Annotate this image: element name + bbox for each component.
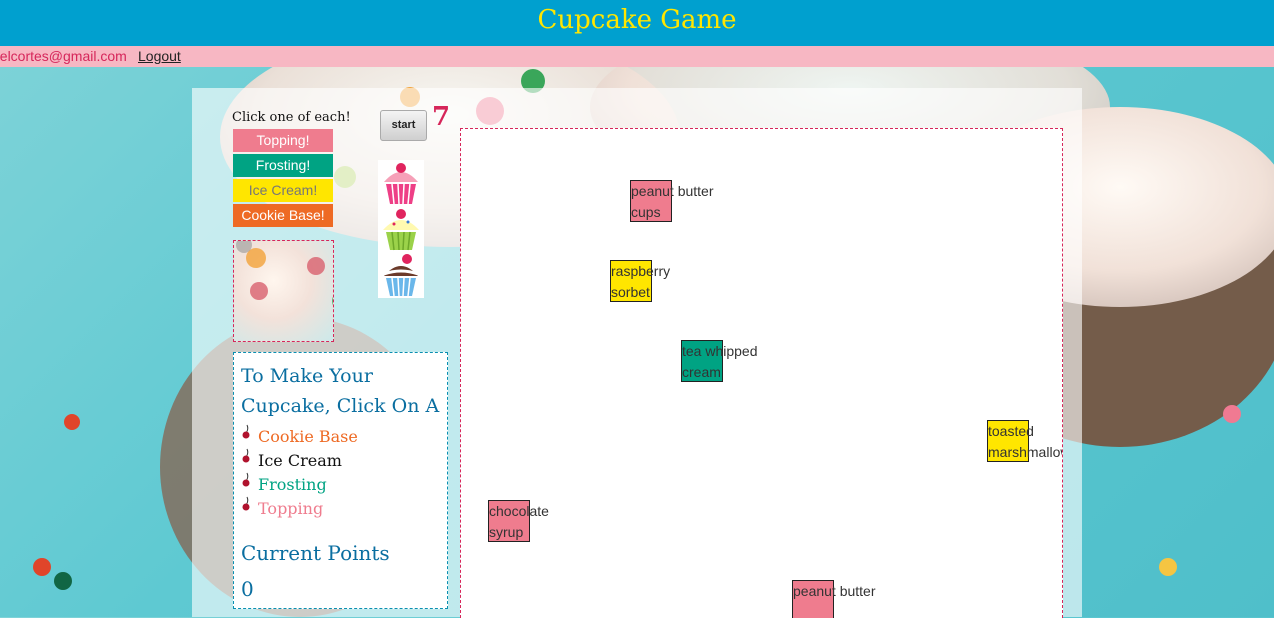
recipe-step-label: Frosting	[258, 475, 327, 494]
game-board: peanut butter cups raspberry sorbet tea …	[460, 128, 1063, 618]
recipe-step-label: Topping	[258, 499, 324, 518]
logout-link[interactable]: Logout	[138, 46, 181, 67]
start-button[interactable]: start	[380, 110, 427, 141]
cherry-icon	[241, 495, 253, 519]
item-label: tea whipped cream	[682, 343, 758, 380]
falling-item[interactable]: tea whipped cream	[681, 340, 758, 382]
item-label: peanut butter cups	[631, 183, 714, 220]
recipe-box: To Make Your Cupcake, Click On A Cookie …	[233, 352, 448, 609]
recipe-steps: Cookie Base Ice Cream Frosting Topping	[241, 423, 358, 521]
item-label: chocolate syrup	[489, 503, 549, 540]
recipe-step-topping: Topping	[241, 495, 358, 521]
falling-item[interactable]: raspberry sorbet	[610, 260, 670, 302]
pink-cupcake-icon	[378, 160, 424, 206]
ice-cream-button[interactable]: Ice Cream!	[233, 179, 333, 202]
item-label: peanut butter	[793, 583, 876, 599]
cookie-base-button[interactable]: Cookie Base!	[233, 204, 333, 227]
page-title: Cupcake Game	[537, 5, 737, 35]
falling-item[interactable]: chocolate syrup	[488, 500, 549, 542]
item-label: toasted marshmallow	[988, 423, 1063, 460]
cherry-icon	[241, 423, 253, 447]
user-bar: belcortes@gmail.com Logout	[0, 46, 1274, 67]
falling-item[interactable]: toasted marshmallow	[987, 420, 1062, 462]
recipe-step-cookie-base: Cookie Base	[241, 423, 358, 449]
green-cupcake-icon	[378, 206, 424, 252]
recipe-step-label: Ice Cream	[258, 451, 342, 470]
recipe-step-label: Cookie Base	[258, 427, 358, 446]
falling-item[interactable]: peanut butter	[792, 580, 876, 618]
recipe-step-ice-cream: Ice Cream	[241, 447, 358, 473]
preview-art	[236, 241, 333, 306]
timer-display: 7	[432, 102, 451, 132]
user-email: belcortes@gmail.com	[0, 48, 127, 64]
recipe-title: To Make Your Cupcake, Click On A	[241, 365, 440, 417]
recipe-step-frosting: Frosting	[241, 471, 358, 497]
cherry-icon	[241, 447, 253, 471]
topping-button[interactable]: Topping!	[233, 129, 333, 152]
points-title: Current Points	[241, 541, 390, 565]
instructions-text: Click one of each!	[232, 110, 351, 125]
app-header: Cupcake Game	[0, 0, 1274, 46]
frosting-button[interactable]: Frosting!	[233, 154, 333, 177]
cupcake-preview	[233, 240, 334, 342]
falling-item[interactable]: peanut butter cups	[630, 180, 714, 222]
blue-cupcake-icon	[378, 252, 424, 298]
cherry-icon	[241, 471, 253, 495]
points-value: 0	[241, 577, 254, 601]
item-label: raspberry sorbet	[611, 263, 671, 300]
